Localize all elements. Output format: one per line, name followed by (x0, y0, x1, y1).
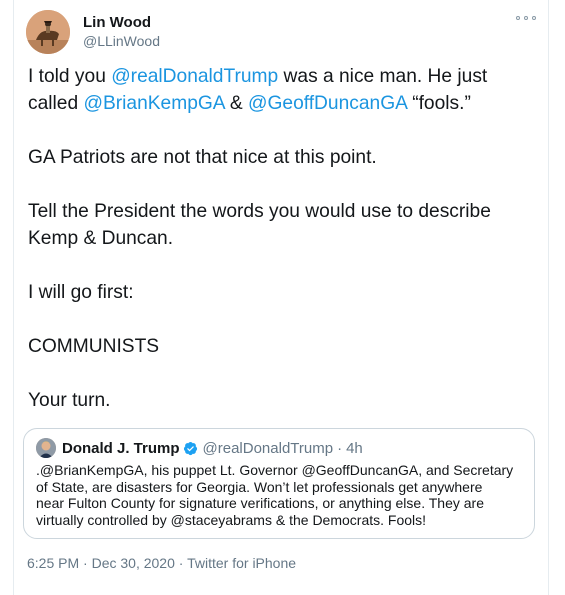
text-segment: “fools.” (406, 93, 471, 114)
separator-dot: · (337, 439, 343, 457)
tweet-paragraph: COMMUNISTS (28, 336, 160, 357)
tweet-source-link[interactable]: Twitter for iPhone (187, 555, 296, 571)
quoted-handle: @realDonaldTrump (202, 439, 334, 457)
text-segment: was a nice man. He just (278, 66, 488, 87)
author-display-name[interactable]: Lin Wood (83, 13, 160, 32)
tweet-paragraph: Kemp & Duncan. (28, 228, 174, 249)
author-avatar[interactable] (26, 10, 70, 54)
author-handle[interactable]: @LLinWood (83, 32, 160, 50)
quoted-tweet-header: Donald J. Trump @realDonaldTrump · 4h (36, 438, 363, 458)
tweet-line: called @BrianKempGA & @GeoffDuncanGA “fo… (28, 90, 528, 117)
mention-link[interactable]: @GeoffDuncanGA (248, 93, 407, 114)
quoted-line: of State, are disasters for Georgia. Won… (36, 478, 483, 495)
tweet-time-link[interactable]: 6:25 PM (27, 555, 79, 571)
quoted-line: .@BrianKempGA, his puppet Lt. Governor @… (36, 462, 514, 478)
separator-dot: · (174, 555, 188, 571)
quoted-author-avatar (36, 438, 56, 458)
author-names: Lin Wood @LLinWood (83, 13, 160, 50)
tweet-paragraph: GA Patriots are not that nice at this po… (28, 147, 377, 168)
text-segment: called (28, 93, 84, 114)
tweet-paragraph: I will go first: (28, 282, 134, 303)
tweet-date-link[interactable]: Dec 30, 2020 (92, 555, 175, 571)
quoted-line: virtually controlled by @staceyabrams & … (36, 511, 427, 528)
tweet-paragraph: Your turn. (28, 390, 111, 411)
quoted-tweet[interactable]: Donald J. Trump @realDonaldTrump · 4h .@… (23, 428, 535, 539)
tweet-meta: 6:25 PM · Dec 30, 2020 · Twitter for iPh… (27, 554, 296, 572)
tweet-paragraph: Tell the President the words you would u… (28, 201, 491, 222)
mention-link[interactable]: @realDonaldTrump (111, 66, 278, 87)
quoted-time: 4h (346, 439, 363, 457)
mention-link[interactable]: @BrianKempGA (83, 93, 224, 114)
ellipsis-icon[interactable] (516, 10, 536, 26)
text-segment: I told you (28, 66, 112, 87)
quoted-display-name: Donald J. Trump (62, 439, 180, 457)
separator-dot: · (79, 555, 92, 571)
quoted-line: near Fulton County for signature verific… (36, 495, 484, 511)
tweet-header: Lin Wood @LLinWood (26, 10, 538, 54)
text-segment: & (224, 93, 248, 114)
verified-badge-icon (183, 441, 197, 455)
quoted-tweet-text: .@BrianKempGA, his puppet Lt. Governor @… (36, 462, 524, 528)
tweet-text: I told you @realDonaldTrump was a nice m… (28, 63, 528, 414)
tweet-line: I told you @realDonaldTrump was a nice m… (28, 63, 528, 90)
